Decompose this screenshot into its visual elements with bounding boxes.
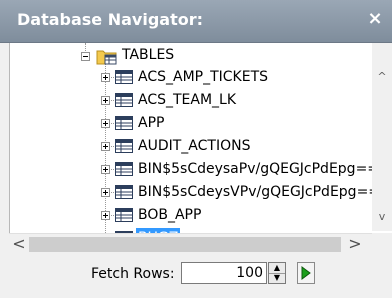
tree-folder-label: TABLES <box>122 47 175 63</box>
expand-icon[interactable] <box>101 73 110 82</box>
tree-folder-tables[interactable]: TABLES <box>10 45 390 68</box>
collapse-icon[interactable] <box>81 52 90 61</box>
scroll-left-icon[interactable]: < <box>9 234 29 255</box>
table-icon <box>115 93 133 107</box>
scroll-up-icon[interactable]: ^ <box>372 68 392 86</box>
play-icon <box>301 266 311 280</box>
table-icon <box>115 139 133 153</box>
scroll-thumb[interactable] <box>29 237 341 252</box>
scroll-right-icon[interactable]: > <box>345 234 365 255</box>
folder-table-icon <box>96 50 117 65</box>
horizontal-scrollbar[interactable]: < > <box>9 233 372 255</box>
fetch-go-button[interactable] <box>297 262 315 284</box>
fetch-toolbar: Fetch Rows: 100 ▲ ▼ <box>0 254 392 298</box>
table-icon <box>115 116 133 130</box>
expand-icon[interactable] <box>101 119 110 128</box>
tree-item[interactable]: ACS_AMP_TICKETS <box>10 66 390 89</box>
tree-item[interactable]: BIN$5sCdeysaPv/gQEGJcPdEpg== <box>10 158 390 181</box>
panel-title: Database Navigator: <box>17 10 203 29</box>
table-icon <box>115 185 133 199</box>
tree-item-label: ACS_TEAM_LK <box>138 92 237 108</box>
table-icon <box>115 208 133 222</box>
tree-item[interactable]: APP <box>10 112 390 135</box>
tree-item[interactable]: ACS_TEAM_LK <box>10 89 390 112</box>
tree-item-label: AUDIT_ACTIONS <box>138 138 251 154</box>
expand-icon[interactable] <box>101 211 110 220</box>
scrollbar-corner <box>372 233 392 254</box>
tree-item-label: APP <box>138 115 165 131</box>
vertical-scrollbar[interactable]: ^ v <box>372 43 392 231</box>
tree-item[interactable]: AUDIT_ACTIONS <box>10 135 390 158</box>
table-icon <box>115 70 133 84</box>
tree-item-label: BOB_APP <box>138 207 202 223</box>
tree-item-label: ACS_AMP_TICKETS <box>138 69 269 85</box>
fetch-rows-label: Fetch Rows: <box>91 266 175 282</box>
panel-header: Database Navigator: × <box>0 0 392 43</box>
expand-icon[interactable] <box>101 165 110 174</box>
close-icon[interactable]: × <box>365 9 385 29</box>
expand-icon[interactable] <box>101 188 110 197</box>
fetch-rows-input[interactable]: 100 <box>181 262 267 284</box>
table-icon <box>115 162 133 176</box>
tree-item-label: BIN$5sCdeysVPv/gQEGJcPdEpg== <box>138 184 381 200</box>
tree-item-label: BIN$5sCdeysaPv/gQEGJcPdEpg== <box>138 161 380 177</box>
scroll-down-icon[interactable]: v <box>372 208 392 226</box>
expand-icon[interactable] <box>101 142 110 151</box>
database-navigator-panel: Database Navigator: × TABLES ACS_AMP_TIC… <box>0 0 392 298</box>
fetch-rows-stepper[interactable]: ▲ ▼ <box>268 262 286 284</box>
tree-item[interactable]: BOB_APP <box>10 204 390 227</box>
expand-icon[interactable] <box>101 96 110 105</box>
stepper-down-icon[interactable]: ▼ <box>269 273 285 283</box>
tree-item[interactable]: BIN$5sCdeysVPv/gQEGJcPdEpg== <box>10 181 390 204</box>
tree-view[interactable]: TABLES ACS_AMP_TICKETS ACS_TEAM_LK APP A… <box>9 43 392 253</box>
